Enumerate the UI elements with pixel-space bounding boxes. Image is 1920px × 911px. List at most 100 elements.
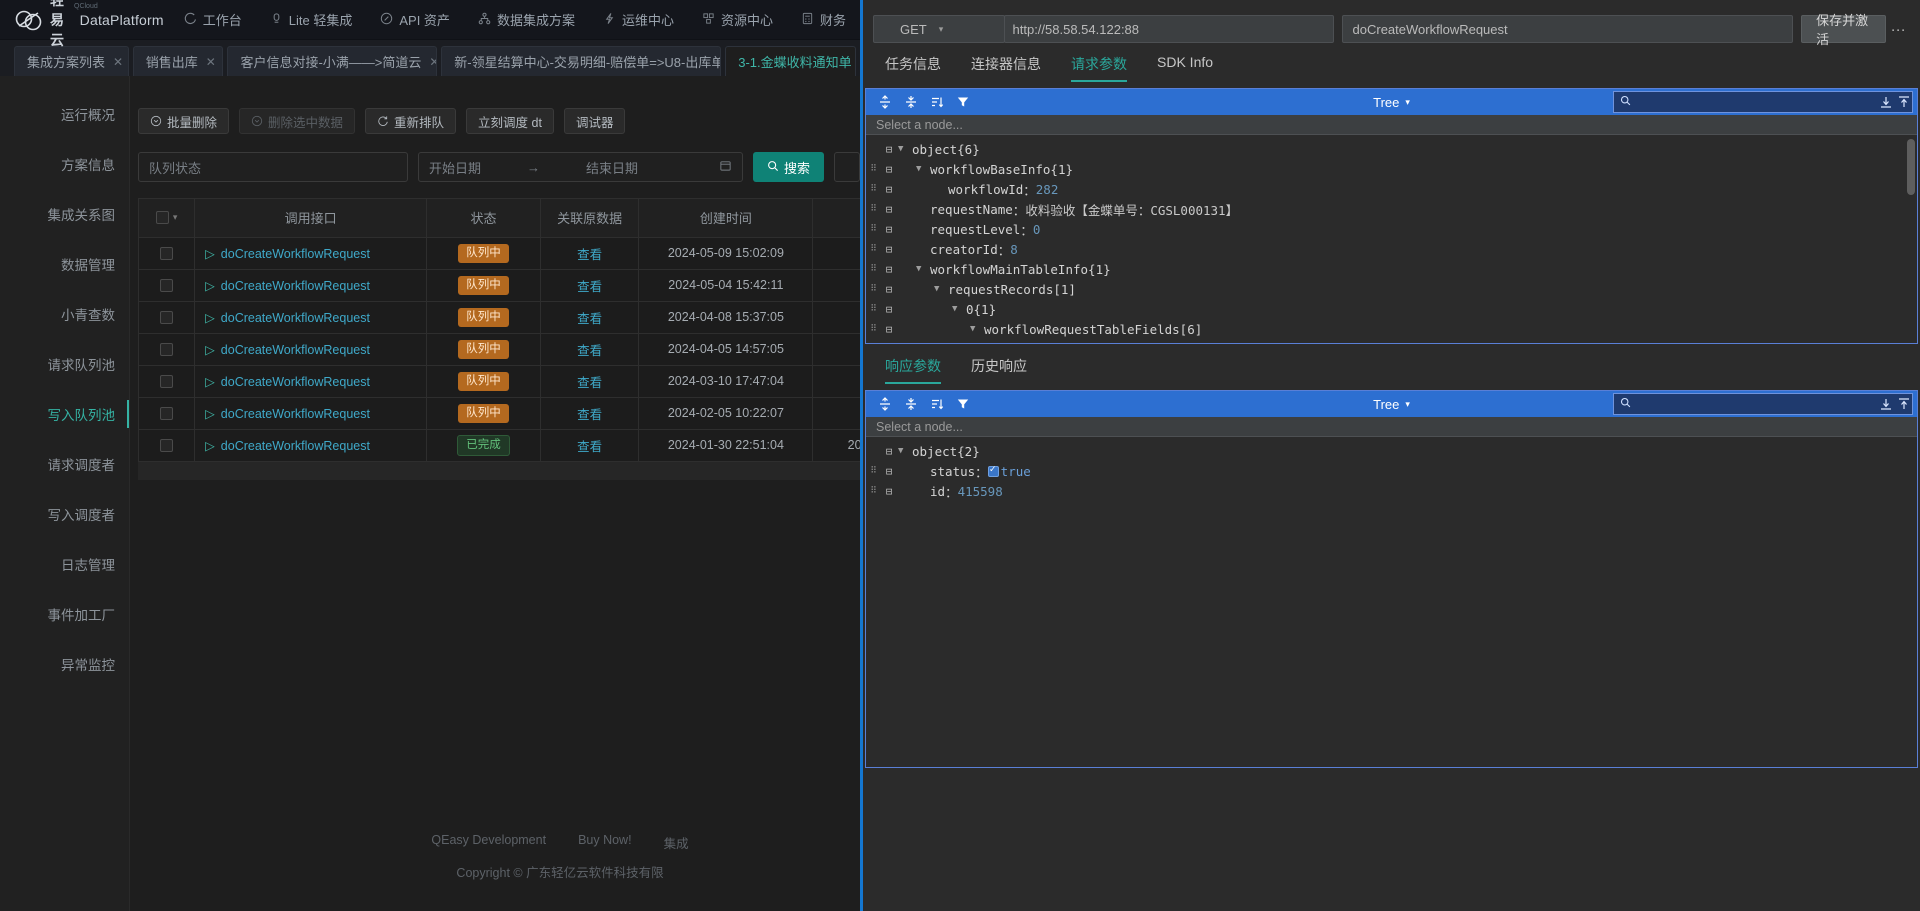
view-tab-1[interactable]: 销售出库 ✕ <box>132 46 224 76</box>
http-method-select[interactable]: GET ▾ <box>873 15 1005 43</box>
json-value[interactable]: 415598 <box>958 484 1003 499</box>
row-checkbox-cell[interactable] <box>139 301 196 334</box>
json-value[interactable]: 收料验收【金蝶单号：CGSL000131】 <box>1025 200 1238 219</box>
chevron-down-icon[interactable]: ▼ <box>898 144 912 154</box>
collapse-box-icon[interactable]: ⊟ <box>880 203 898 216</box>
json-tree-row[interactable]: ⊟ ▼ object {2} <box>866 441 1917 461</box>
play-icon[interactable]: ▷ <box>205 311 215 325</box>
footer-link-buynow[interactable]: Buy Now! <box>578 833 632 852</box>
collapse-box-icon[interactable]: ⊟ <box>880 243 898 256</box>
response-tree-scroll-area[interactable]: ⊟▼object {2}⠿⊟▼status：true⠿⊟▼id ：415598 <box>866 437 1917 767</box>
nav-item-ops-center[interactable]: 运维中心 <box>589 0 688 40</box>
view-link[interactable]: 查看 <box>577 376 602 390</box>
chevron-down-icon[interactable]: ▼ <box>898 446 912 456</box>
select-all-checkbox[interactable] <box>155 211 169 225</box>
collapse-box-icon[interactable]: ⊟ <box>880 143 898 156</box>
request-path-input[interactable]: doCreateWorkflowRequest <box>1341 15 1794 43</box>
sidebar-item-write-queue-pool[interactable]: 写入队列池 <box>0 398 129 430</box>
view-tab-4[interactable]: 3-1.金蝶收料通知单 <box>725 46 856 76</box>
drag-handle-icon[interactable]: ⠿ <box>866 244 880 254</box>
nav-item-workbench[interactable]: 工作台 <box>170 0 256 40</box>
sidebar-item-plan-info[interactable]: 方案信息 <box>0 148 129 180</box>
expand-all-icon[interactable] <box>872 391 898 417</box>
drag-handle-icon[interactable]: ⠿ <box>866 204 880 214</box>
cell-source-data[interactable]: 查看 <box>540 269 640 302</box>
sidebar-item-event-factory[interactable]: 事件加工厂 <box>0 598 129 630</box>
row-checkbox-cell[interactable] <box>139 397 196 430</box>
row-checkbox[interactable] <box>160 407 174 421</box>
row-checkbox[interactable] <box>160 279 174 293</box>
filter-icon[interactable] <box>950 391 976 417</box>
drag-handle-icon[interactable]: ⠿ <box>866 284 880 294</box>
tab-sdk-info[interactable]: SDK Info <box>1157 54 1213 82</box>
sidebar-item-exception-monitor[interactable]: 异常监控 <box>0 648 129 680</box>
table-row[interactable]: ▷ doCreateWorkflowRequest 队列中 查看 2024-05-04 … <box>139 269 860 302</box>
drag-handle-icon[interactable]: ⠿ <box>866 304 880 314</box>
collapse-box-icon[interactable]: ⊟ <box>880 183 898 196</box>
tab-response-history[interactable]: 历史响应 <box>971 356 1027 384</box>
play-icon[interactable]: ▷ <box>205 247 215 261</box>
requeue-button[interactable]: 重新排队 <box>365 108 457 134</box>
json-tree-row[interactable]: ⠿⊟▼0 {5} <box>866 339 1917 344</box>
collapse-all-icon[interactable] <box>898 391 924 417</box>
play-icon[interactable]: ▷ <box>205 375 215 389</box>
cell-source-data[interactable]: 查看 <box>540 333 640 366</box>
table-row[interactable]: ▷ doCreateWorkflowRequest 队列中 查看 2024-02-05 … <box>139 397 860 430</box>
cell-source-data[interactable]: 查看 <box>540 429 640 462</box>
json-tree-row[interactable]: ⠿⊟▼creatorId：8 <box>866 239 1917 259</box>
json-value[interactable]: 8 <box>1010 242 1018 257</box>
drag-handle-icon[interactable]: ⠿ <box>866 486 880 496</box>
json-search-input[interactable] <box>1613 91 1913 113</box>
play-icon[interactable]: ▷ <box>205 279 215 293</box>
chevron-down-icon[interactable]: ▼ <box>970 324 984 334</box>
json-tree-row[interactable]: ⠿ ⊟ ▼ workflowBaseInfo {1} <box>866 159 1917 179</box>
cell-source-data[interactable]: 查看 <box>540 237 640 270</box>
json-tree-row[interactable]: ⠿⊟▼workflowId：282 <box>866 179 1917 199</box>
chevron-down-icon[interactable]: ▾ <box>173 212 178 223</box>
response-editor-mode-select[interactable]: Tree ▾ <box>1373 397 1410 412</box>
collapse-box-icon[interactable]: ⊟ <box>880 263 898 276</box>
nav-item-resource-center[interactable]: 资源中心 <box>688 0 787 40</box>
more-options-button[interactable]: ··· <box>1886 15 1910 43</box>
row-checkbox-cell[interactable] <box>139 269 196 302</box>
sidebar-item-log-management[interactable]: 日志管理 <box>0 548 129 580</box>
vertical-scrollbar[interactable] <box>1907 139 1915 195</box>
drag-handle-icon[interactable]: ⠿ <box>866 164 880 174</box>
response-json-search-input[interactable] <box>1613 393 1913 415</box>
cell-source-data[interactable]: 查看 <box>540 365 640 398</box>
table-row[interactable]: ▷ doCreateWorkflowRequest 队列中 查看 2024-04-08 … <box>139 301 860 334</box>
play-icon[interactable]: ▷ <box>205 343 215 357</box>
date-range-picker[interactable]: 开始日期 → 结束日期 <box>418 152 743 182</box>
boolean-checkbox[interactable] <box>987 464 999 477</box>
row-checkbox-cell[interactable] <box>139 429 196 462</box>
editor-mode-select[interactable]: Tree ▾ <box>1373 95 1410 110</box>
collapse-box-icon[interactable]: ⊟ <box>880 485 898 498</box>
cell-api[interactable]: ▷ doCreateWorkflowRequest <box>194 333 428 366</box>
row-checkbox[interactable] <box>160 343 174 357</box>
sidebar-item-request-scheduler[interactable]: 请求调度者 <box>0 448 129 480</box>
sidebar-item-query[interactable]: 小青查数 <box>0 298 129 330</box>
row-checkbox-cell[interactable] <box>139 237 196 270</box>
sidebar-item-write-scheduler[interactable]: 写入调度者 <box>0 498 129 530</box>
json-value[interactable]: 0 <box>1033 222 1041 237</box>
play-icon[interactable]: ▷ <box>205 439 215 453</box>
nav-item-finance[interactable]: 财务 <box>787 0 860 40</box>
view-tab-0[interactable]: 集成方案列表 ✕ <box>14 46 129 76</box>
table-row[interactable]: ▷ doCreateWorkflowRequest 队列中 查看 2024-03-10 … <box>139 365 860 398</box>
close-icon[interactable]: ✕ <box>206 55 216 69</box>
drag-handle-icon[interactable]: ⠿ <box>866 324 880 334</box>
chevron-down-icon[interactable]: ▾ <box>939 24 944 35</box>
row-checkbox[interactable] <box>160 375 174 389</box>
table-row[interactable]: ▷ doCreateWorkflowRequest 已完成 查看 2024-01-30 … <box>139 429 860 462</box>
chevron-down-icon[interactable]: ▼ <box>916 164 930 174</box>
search-button[interactable]: 搜索 <box>752 152 824 182</box>
tab-response-params[interactable]: 响应参数 <box>885 356 941 384</box>
select-all-header[interactable]: ▾ <box>139 199 196 238</box>
json-tree-row[interactable]: ⠿ ⊟ ▼ 0 {1} <box>866 299 1917 319</box>
json-tree-row[interactable]: ⠿ ⊟ ▼ requestRecords [1] <box>866 279 1917 299</box>
table-row[interactable]: ▷ doCreateWorkflowRequest 队列中 查看 2024-04-05 … <box>139 333 860 366</box>
json-value[interactable]: true <box>1001 464 1031 479</box>
json-tree-row[interactable]: ⠿⊟▼id ：415598 <box>866 481 1917 501</box>
view-tab-2[interactable]: 客户信息对接-小满——>简道云 ✕ <box>227 46 438 76</box>
extra-filter-button[interactable] <box>834 152 860 182</box>
